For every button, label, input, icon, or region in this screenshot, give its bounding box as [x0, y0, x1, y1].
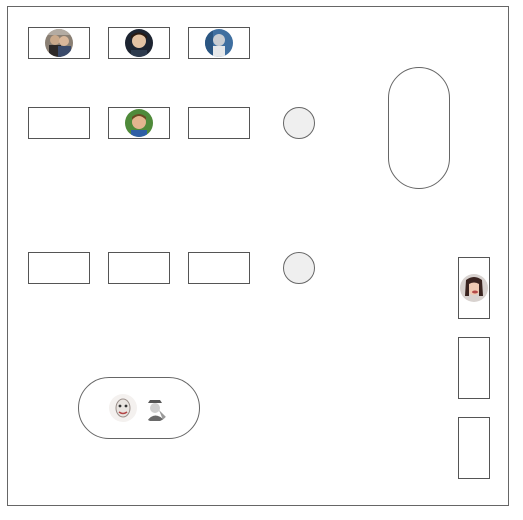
desk-r1-c3[interactable] — [188, 27, 250, 59]
round-table-2[interactable] — [283, 252, 315, 284]
desk-r2-c3[interactable] — [188, 107, 250, 139]
desk-r3-c1[interactable] — [28, 252, 90, 284]
meeting-pod[interactable] — [78, 377, 200, 439]
avatar-woman-icon[interactable] — [460, 274, 488, 302]
desk-r3-c2[interactable] — [108, 252, 170, 284]
avatar-boy-icon[interactable] — [125, 29, 153, 57]
floor-plan-canvas — [7, 6, 509, 506]
desk-r2-c1[interactable] — [28, 107, 90, 139]
desk-r1-c2[interactable] — [108, 27, 170, 59]
avatar-painted-face-icon[interactable] — [109, 394, 137, 422]
desk-right-3[interactable] — [458, 417, 490, 479]
avatar-child-icon[interactable] — [125, 109, 153, 137]
round-table-1[interactable] — [283, 107, 315, 139]
desk-r1-c1[interactable] — [28, 27, 90, 59]
avatar-sketch-icon[interactable] — [141, 394, 169, 422]
desk-r2-c2[interactable] — [108, 107, 170, 139]
desk-right-2[interactable] — [458, 337, 490, 399]
avatar-group-icon[interactable] — [45, 29, 73, 57]
desk-right-1[interactable] — [458, 257, 490, 319]
desk-r3-c3[interactable] — [188, 252, 250, 284]
long-meeting-table[interactable] — [388, 67, 450, 189]
avatar-man-icon[interactable] — [205, 29, 233, 57]
